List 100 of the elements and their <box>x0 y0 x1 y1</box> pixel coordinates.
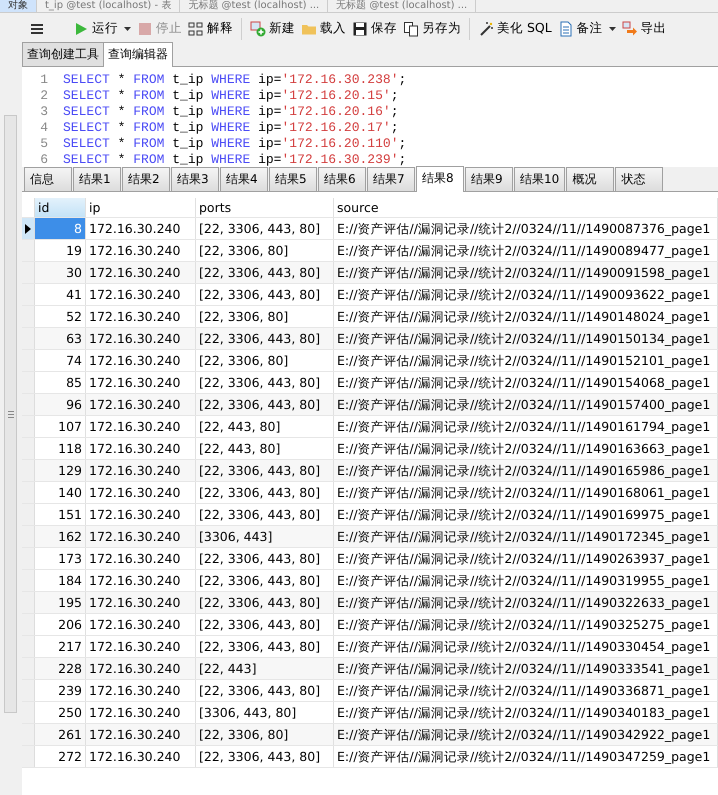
table-cell: 172.16.30.240 <box>86 526 196 547</box>
table-cell: E://资产评估//漏洞记录//统计2//0324//11//1490263937_page1 <box>334 548 718 569</box>
table-cell: 172.16.30.240 <box>86 482 196 503</box>
table-cell: 172.16.30.240 <box>86 218 196 239</box>
table-cell: [22, 443] <box>196 658 334 679</box>
line-number: 5 <box>39 136 49 152</box>
table-cell: 74 <box>35 350 86 371</box>
table-cell: [22, 3306, 443, 80] <box>196 614 334 635</box>
code-line: SELECT * FROM t_ip WHERE ip='172.16.20.16'; <box>63 104 399 120</box>
table-cell: 239 <box>35 680 86 701</box>
table-cell: E://资产评估//漏洞记录//统计2//0324//11//1490325275_page1 <box>334 614 718 635</box>
table-cell: 172.16.30.240 <box>86 548 196 569</box>
table-cell: [22, 3306, 443, 80] <box>196 218 334 239</box>
table-cell: 172.16.30.240 <box>86 658 196 679</box>
table-cell: E://资产评估//漏洞记录//统计2//0324//11//1490157400_page1 <box>334 394 718 415</box>
toolbar-button[interactable]: 另存为 <box>400 16 464 40</box>
result-tab[interactable]: 结果8 <box>416 166 464 192</box>
result-tab[interactable]: 结果7 <box>367 167 415 191</box>
table-cell: [22, 3306, 443, 80] <box>196 746 334 767</box>
sidebar-handle[interactable] <box>4 115 17 713</box>
table-cell: E://资产评估//漏洞记录//统计2//0324//11//1490322633_page1 <box>334 592 718 613</box>
code-line: SELECT * FROM t_ip WHERE ip='172.16.30.239'; <box>63 152 406 168</box>
stop-icon <box>137 20 153 36</box>
column-header[interactable]: source <box>334 198 718 217</box>
document-tab[interactable]: t_ip @test (localhost) - 表 <box>37 0 180 12</box>
table-cell: 272 <box>35 746 86 767</box>
result-tab[interactable]: 概况 <box>566 167 614 191</box>
result-tab[interactable]: 信息 <box>24 167 72 191</box>
table-cell: 206 <box>35 614 86 635</box>
table-cell: 184 <box>35 570 86 591</box>
code-line: SELECT * FROM t_ip WHERE ip='172.16.20.110'; <box>63 136 406 152</box>
table-cell: 173 <box>35 548 86 569</box>
diagram-icon <box>188 20 204 36</box>
result-tab[interactable]: 结果1 <box>73 167 121 191</box>
result-tab[interactable]: 结果6 <box>318 167 366 191</box>
editor-tab[interactable]: 查询创建工具 <box>22 42 104 66</box>
table-cell: 172.16.30.240 <box>86 372 196 393</box>
play-icon <box>73 20 89 36</box>
table-cell: 172.16.30.240 <box>86 636 196 657</box>
document-tab[interactable]: 对象 <box>0 0 37 12</box>
editor-tab[interactable]: 查询编辑器 <box>103 42 173 67</box>
result-tab[interactable]: 结果2 <box>122 167 170 191</box>
document-tab[interactable]: 无标题 @test (localhost) ... <box>180 0 328 12</box>
result-tab[interactable]: 结果5 <box>269 167 317 191</box>
table-cell: E://资产评估//漏洞记录//统计2//0324//11//1490342922_page1 <box>334 724 718 745</box>
table-cell: 172.16.30.240 <box>86 570 196 591</box>
line-number: 3 <box>39 104 49 120</box>
result-tab[interactable]: 结果3 <box>171 167 219 191</box>
table-cell: 261 <box>35 724 86 745</box>
toolbar-button[interactable]: 导出 <box>618 16 670 40</box>
table-cell: 172.16.30.240 <box>86 416 196 437</box>
toolbar-button[interactable]: 美化 SQL <box>475 16 555 40</box>
table-cell: [22, 443, 80] <box>196 416 334 437</box>
table-cell: 52 <box>35 306 86 327</box>
table-cell: 172.16.30.240 <box>86 592 196 613</box>
table-cell: [22, 3306, 443, 80] <box>196 548 334 569</box>
table-cell: 172.16.30.240 <box>86 724 196 745</box>
toolbar-button[interactable]: 运行 <box>70 16 121 40</box>
toolbar-button[interactable]: 备注 <box>554 16 606 40</box>
table-cell: E://资产评估//漏洞记录//统计2//0324//11//1490161794_page1 <box>334 416 718 437</box>
table-cell: E://资产评估//漏洞记录//统计2//0324//11//1490163663_page1 <box>334 438 718 459</box>
line-number: 4 <box>39 120 49 136</box>
table-cell: 129 <box>35 460 86 481</box>
table-cell: [22, 3306, 443, 80] <box>196 636 334 657</box>
table-cell: 41 <box>35 284 86 305</box>
result-tab[interactable]: 结果10 <box>514 167 566 191</box>
column-header[interactable]: ports <box>196 198 334 217</box>
column-header[interactable]: ip <box>86 198 196 217</box>
table-cell: 172.16.30.240 <box>86 504 196 525</box>
table-cell: [22, 3306, 443, 80] <box>196 504 334 525</box>
floppy-icon <box>352 20 368 36</box>
table-cell: E://资产评估//漏洞记录//统计2//0324//11//1490165986_page1 <box>334 460 718 481</box>
table-cell: [22, 3306, 443, 80] <box>196 372 334 393</box>
table-cell: [22, 3306, 443, 80] <box>196 482 334 503</box>
table-cell: [22, 443, 80] <box>196 438 334 459</box>
table-cell: [22, 3306, 443, 80] <box>196 460 334 481</box>
column-header[interactable]: id <box>35 198 86 217</box>
table-cell: 140 <box>35 482 86 503</box>
code-line: SELECT * FROM t_ip WHERE ip='172.16.20.17'; <box>63 120 399 136</box>
result-tab[interactable]: 状态 <box>615 167 664 191</box>
code-editor[interactable] <box>22 67 718 167</box>
table-cell: 162 <box>35 526 86 547</box>
table-cell: 228 <box>35 658 86 679</box>
toolbar-button[interactable]: 新建 <box>247 16 298 40</box>
document-icon <box>558 20 574 36</box>
result-tab[interactable]: 结果9 <box>465 167 513 191</box>
row-indicator[interactable] <box>22 218 35 239</box>
toolbar-button[interactable]: 保存 <box>349 16 400 40</box>
table-cell: 151 <box>35 504 86 525</box>
line-number: 2 <box>39 88 49 104</box>
document-tab[interactable]: 无标题 @test (localhost) ... <box>328 0 476 12</box>
table-cell: E://资产评估//漏洞记录//统计2//0324//11//1490093622_page1 <box>334 284 718 305</box>
table-cell: 217 <box>35 636 86 657</box>
table-cell: 172.16.30.240 <box>86 262 196 283</box>
table-cell: [22, 3306, 80] <box>196 350 334 371</box>
toolbar-button[interactable]: 载入 <box>298 16 349 40</box>
toolbar-button[interactable]: 解释 <box>185 16 236 40</box>
result-tab[interactable]: 结果4 <box>220 167 268 191</box>
table-cell: [22, 3306, 443, 80] <box>196 262 334 283</box>
table-cell: [3306, 443] <box>196 526 334 547</box>
